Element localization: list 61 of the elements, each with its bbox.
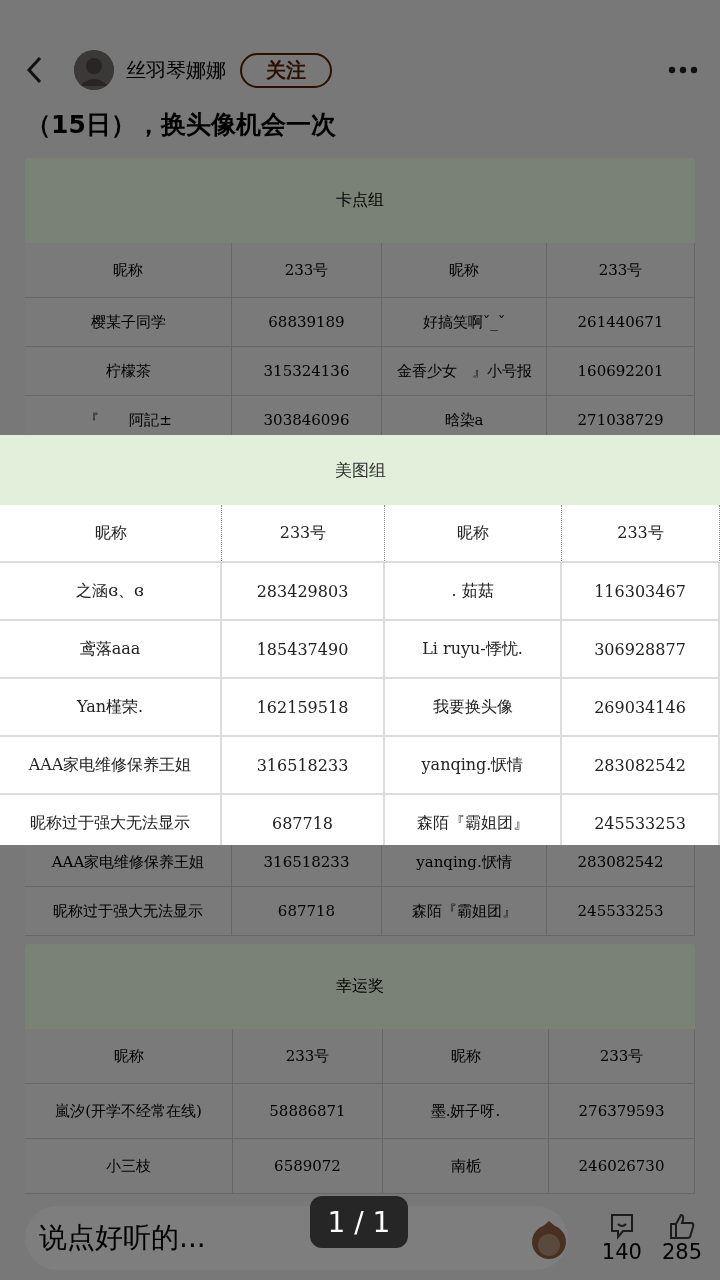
like-icon[interactable]: [667, 1211, 696, 1240]
table-cell: 昵称过于强大无法显示: [25, 887, 232, 936]
image-viewer[interactable]: 美图组 昵称 233号 昵称 233号 之涵ɞ、ɞ 283429803 . 茹菇 116303467 鸢落aaa 185437490 Li ruyu-悸忧. 306928877 Yan槿荣. 162159518 我要换头像 269034146 AAA家电维修保养王姐 316518233 yanqing.恹情 283082542 昵称过于强大无法显示 687718 森陌『霸姐团』 245533253: [0, 435, 720, 845]
table-cell: AAA家电维修保养王姐: [0, 737, 222, 795]
table-cell: 246026730: [549, 1139, 695, 1194]
table-cell: 之涵ɞ、ɞ: [0, 563, 222, 621]
page-indicator: 1 / 1: [310, 1196, 408, 1248]
post-title: （15日），换头像机会一次: [26, 109, 337, 141]
column-header: 昵称: [25, 243, 232, 298]
table-cell: 276379593: [549, 1084, 695, 1139]
table-cell: 245533253: [547, 887, 695, 936]
more-icon[interactable]: [668, 66, 698, 74]
table-title: 卡点组: [25, 158, 695, 243]
table-cell: 嵐汐(开学不经常在线): [25, 1084, 233, 1139]
table-cell: 316518233: [222, 737, 385, 795]
table-cell: 185437490: [222, 621, 385, 679]
table-cell: 小三枝: [25, 1139, 233, 1194]
column-header: 昵称: [0, 505, 222, 563]
table-cell: 162159518: [222, 679, 385, 737]
table-cell: Yan槿荣.: [0, 679, 222, 737]
column-header: 233号: [232, 243, 382, 298]
column-header: 昵称: [25, 1029, 233, 1084]
column-header: 233号: [549, 1029, 695, 1084]
author-name[interactable]: 丝羽琴娜娜: [126, 56, 226, 84]
table-cell: 墨.妍子呀.: [383, 1084, 549, 1139]
table-cell: 樱某子同学: [25, 298, 232, 347]
table-cell: 我要换头像: [385, 679, 562, 737]
table-cell: 116303467: [562, 563, 720, 621]
column-header: 昵称: [385, 505, 562, 563]
table-cell: 好搞笑啊ˇ_ˇ: [382, 298, 547, 347]
table-cell: 160692201: [547, 347, 695, 396]
table-cell: 283082542: [562, 737, 720, 795]
table-title: 美图组: [0, 435, 720, 505]
table-cell: 261440671: [547, 298, 695, 347]
table-cell: 鸢落aaa: [0, 621, 222, 679]
table-cell: 金香少女 』小号报: [382, 347, 547, 396]
table-cell: 315324136: [232, 347, 382, 396]
follow-button[interactable]: 关注: [240, 52, 332, 88]
table-cell: 269034146: [562, 679, 720, 737]
column-header: 昵称: [382, 243, 547, 298]
table-cell: 柠檬茶: [25, 347, 232, 396]
column-header: 233号: [222, 505, 385, 563]
table-cell: 687718: [232, 887, 382, 936]
table-cell: 58886871: [233, 1084, 383, 1139]
like-count: 285: [661, 1239, 702, 1264]
table-cell: . 茹菇: [385, 563, 562, 621]
comment-count: 140: [601, 1239, 642, 1264]
table-cell: 306928877: [562, 621, 720, 679]
avatar[interactable]: [74, 50, 114, 90]
column-header: 233号: [547, 243, 695, 298]
table-cell: 森陌『霸姐团』: [382, 887, 547, 936]
table-title: 幸运奖: [25, 944, 695, 1029]
column-header: 昵称: [383, 1029, 549, 1084]
table-cell: Li ruyu-悸忧.: [385, 621, 562, 679]
table-cell: 6589072: [233, 1139, 383, 1194]
table-cell: 283429803: [222, 563, 385, 621]
column-header: 233号: [562, 505, 720, 563]
table-cell: yanqing.恹情: [385, 737, 562, 795]
column-header: 233号: [233, 1029, 383, 1084]
table-cell: 68839189: [232, 298, 382, 347]
table-cell: 南栀: [383, 1139, 549, 1194]
